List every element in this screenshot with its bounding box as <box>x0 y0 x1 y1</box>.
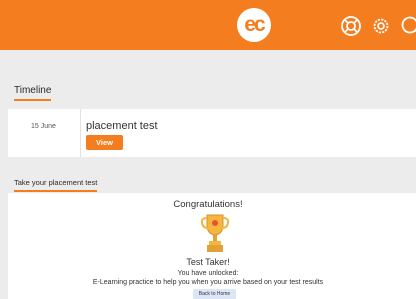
lifebuoy-icon[interactable] <box>340 15 362 37</box>
unlock-label: You have unlocked: <box>177 270 239 277</box>
trophy-icon <box>200 212 230 254</box>
timeline-item[interactable]: 15 June placement test View <box>8 109 416 157</box>
timeline-heading-text: Timeline <box>14 85 52 96</box>
settings-gear-icon[interactable] <box>370 15 392 37</box>
placement-heading-underline <box>14 190 98 192</box>
congrats-title: Congratulations! <box>173 199 243 210</box>
view-button[interactable]: View <box>86 135 123 150</box>
timeline-heading-underline <box>14 99 52 101</box>
back-to-home-button[interactable]: Back to Home <box>193 289 236 299</box>
search-icon[interactable] <box>400 15 416 37</box>
top-bar: ec <box>0 0 416 50</box>
timeline-item-title: placement test <box>86 120 158 132</box>
badge-name: Test Taker! <box>186 257 230 267</box>
placement-heading-text: Take your placement test <box>14 178 98 187</box>
timeline-divider <box>80 109 81 157</box>
timeline-item-date: 15 June <box>31 123 56 130</box>
placement-heading: Take your placement test <box>14 178 98 192</box>
unlock-description: E-Learning practice to help you when you… <box>92 279 324 286</box>
ec-logo[interactable]: ec <box>237 8 271 42</box>
timeline-heading: Timeline <box>14 85 52 101</box>
